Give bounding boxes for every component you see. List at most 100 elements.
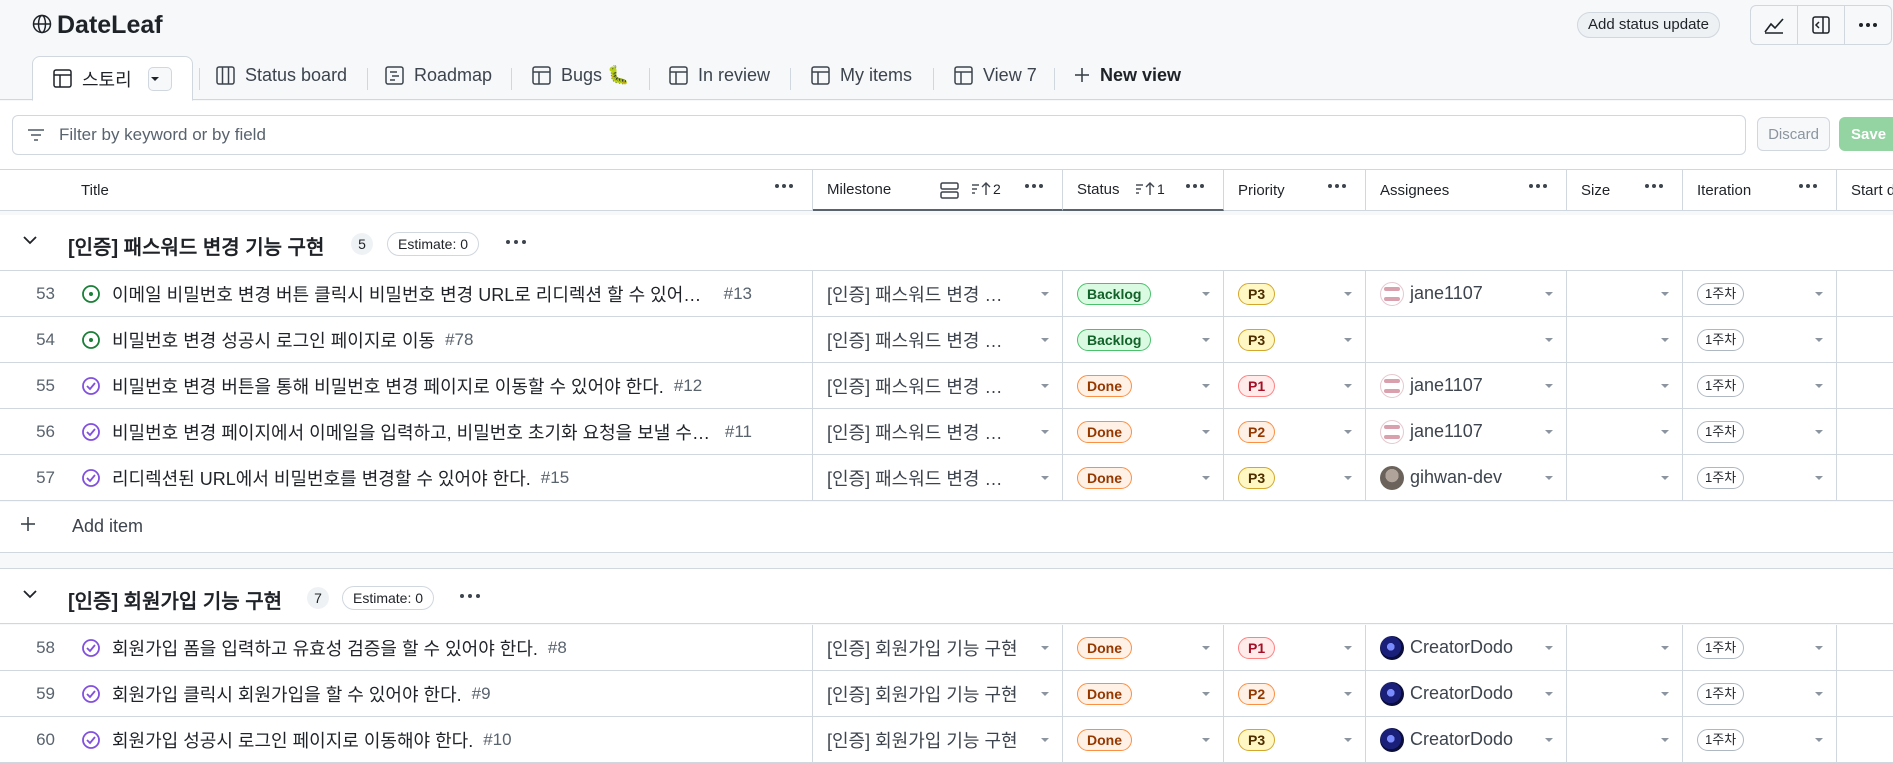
- kebab-icon[interactable]: [774, 183, 794, 189]
- issue-title[interactable]: 회원가입 폼을 입력하고 유효성 검증을 할 수 있어야 한다.: [112, 635, 538, 661]
- issue-number[interactable]: #9: [472, 684, 491, 704]
- milestone-cell[interactable]: [인증] 패스워드 변경 기능 구현: [813, 455, 1063, 500]
- issue-title[interactable]: 리디렉션된 URL에서 비밀번호를 변경할 수 있어야 한다.: [112, 465, 531, 491]
- filter-field[interactable]: [12, 115, 1746, 155]
- column-size[interactable]: Size: [1567, 170, 1683, 211]
- project-title[interactable]: DateLeaf: [57, 11, 163, 40]
- new-view-button[interactable]: New view: [1074, 50, 1181, 100]
- milestone-cell[interactable]: [인증] 패스워드 변경 기능 구현: [813, 363, 1063, 408]
- title-cell[interactable]: 56 비밀번호 변경 페이지에서 이메일을 입력하고, 비밀번호 초기화 요청을 …: [0, 409, 813, 454]
- status-cell[interactable]: Done: [1063, 455, 1224, 500]
- title-cell[interactable]: 53 이메일 비밀번호 변경 버튼 클릭시 비밀번호 변경 URL로 리디렉션 할…: [0, 271, 813, 316]
- table-row[interactable]: 60 회원가입 성공시 로그인 페이지로 이동해야 한다. #10 [인증] 회원가입…: [0, 717, 1893, 763]
- start-date-cell[interactable]: [1837, 363, 1893, 408]
- assignees-cell[interactable]: CreatorDodo: [1366, 717, 1567, 762]
- table-row[interactable]: 59 회원가입 클릭시 회원가입을 할 수 있어야 한다. #9 [인증] 회원가입 …: [0, 671, 1893, 717]
- issue-title[interactable]: 비밀번호 변경 버튼을 통해 비밀번호 변경 페이지로 이동할 수 있어야 한다…: [112, 373, 664, 399]
- size-cell[interactable]: [1567, 363, 1683, 408]
- kebab-icon[interactable]: [1798, 183, 1818, 189]
- issue-number[interactable]: #13: [724, 284, 752, 304]
- column-priority[interactable]: Priority: [1224, 170, 1366, 211]
- table-row[interactable]: 58 회원가입 폼을 입력하고 유효성 검증을 할 수 있어야 한다. #8 [인증]…: [0, 625, 1893, 671]
- chevron-down-icon[interactable]: [22, 589, 38, 599]
- size-cell[interactable]: [1567, 671, 1683, 716]
- start-date-cell[interactable]: [1837, 271, 1893, 316]
- issue-number[interactable]: #10: [483, 730, 511, 750]
- milestone-cell[interactable]: [인증] 패스워드 변경 기능 구현: [813, 409, 1063, 454]
- issue-title[interactable]: 이메일 비밀번호 변경 버튼 클릭시 비밀번호 변경 URL로 리디렉션 할 수…: [112, 281, 714, 307]
- assignees-cell[interactable]: jane1107: [1366, 271, 1567, 316]
- priority-cell[interactable]: P3: [1224, 271, 1366, 316]
- issue-number[interactable]: #11: [725, 422, 752, 442]
- priority-cell[interactable]: P3: [1224, 455, 1366, 500]
- iteration-cell[interactable]: 1주차: [1683, 717, 1837, 762]
- tab-my-items[interactable]: My items: [811, 50, 912, 100]
- iteration-cell[interactable]: 1주차: [1683, 363, 1837, 408]
- issue-number[interactable]: #15: [541, 468, 569, 488]
- priority-cell[interactable]: P3: [1224, 717, 1366, 762]
- assignees-cell[interactable]: jane1107: [1366, 363, 1567, 408]
- discard-button[interactable]: Discard: [1757, 117, 1830, 151]
- column-milestone[interactable]: Milestone 2: [813, 170, 1063, 211]
- milestone-cell[interactable]: [인증] 패스워드 변경 기능 구현: [813, 271, 1063, 316]
- status-cell[interactable]: Done: [1063, 409, 1224, 454]
- iteration-cell[interactable]: 1주차: [1683, 455, 1837, 500]
- column-start-date[interactable]: Start d: [1837, 170, 1893, 211]
- assignees-cell[interactable]: CreatorDodo: [1366, 625, 1567, 670]
- view-options-button[interactable]: [147, 66, 172, 91]
- start-date-cell[interactable]: [1837, 409, 1893, 454]
- add-item-row[interactable]: Add item: [0, 502, 1893, 552]
- kebab-icon[interactable]: [1644, 183, 1664, 189]
- iteration-cell[interactable]: 1주차: [1683, 271, 1837, 316]
- milestone-cell[interactable]: [인증] 회원가입 기능 구현: [813, 671, 1063, 716]
- tab-status-board[interactable]: Status board: [216, 50, 347, 100]
- priority-cell[interactable]: P2: [1224, 671, 1366, 716]
- column-iteration[interactable]: Iteration: [1683, 170, 1837, 211]
- title-cell[interactable]: 57 리디렉션된 URL에서 비밀번호를 변경할 수 있어야 한다. #15: [0, 455, 813, 500]
- size-cell[interactable]: [1567, 317, 1683, 362]
- issue-number[interactable]: #8: [548, 638, 567, 658]
- title-cell[interactable]: 59 회원가입 클릭시 회원가입을 할 수 있어야 한다. #9: [0, 671, 813, 716]
- priority-cell[interactable]: P1: [1224, 363, 1366, 408]
- status-cell[interactable]: Done: [1063, 671, 1224, 716]
- table-row[interactable]: 53 이메일 비밀번호 변경 버튼 클릭시 비밀번호 변경 URL로 리디렉션 할…: [0, 271, 1893, 317]
- size-cell[interactable]: [1567, 271, 1683, 316]
- start-date-cell[interactable]: [1837, 671, 1893, 716]
- milestone-cell[interactable]: [인증] 회원가입 기능 구현: [813, 625, 1063, 670]
- issue-title[interactable]: 비밀번호 변경 페이지에서 이메일을 입력하고, 비밀번호 초기화 요청을 보낼…: [112, 419, 715, 445]
- issue-title[interactable]: 회원가입 클릭시 회원가입을 할 수 있어야 한다.: [112, 681, 462, 707]
- size-cell[interactable]: [1567, 455, 1683, 500]
- kebab-icon[interactable]: [1024, 183, 1044, 189]
- milestone-cell[interactable]: [인증] 회원가입 기능 구현: [813, 717, 1063, 762]
- filter-input[interactable]: [57, 124, 1657, 146]
- priority-cell[interactable]: P2: [1224, 409, 1366, 454]
- status-cell[interactable]: Backlog: [1063, 317, 1224, 362]
- status-cell[interactable]: Done: [1063, 625, 1224, 670]
- iteration-cell[interactable]: 1주차: [1683, 317, 1837, 362]
- assignees-cell[interactable]: CreatorDodo: [1366, 671, 1567, 716]
- iteration-cell[interactable]: 1주차: [1683, 671, 1837, 716]
- status-cell[interactable]: Backlog: [1063, 271, 1224, 316]
- milestone-cell[interactable]: [인증] 패스워드 변경 기능 구현: [813, 317, 1063, 362]
- column-assignees[interactable]: Assignees: [1366, 170, 1567, 211]
- kebab-icon[interactable]: [1185, 183, 1205, 189]
- start-date-cell[interactable]: [1837, 717, 1893, 762]
- tab-story[interactable]: 스토리: [32, 56, 193, 101]
- kebab-icon[interactable]: [1845, 6, 1891, 44]
- start-date-cell[interactable]: [1837, 317, 1893, 362]
- size-cell[interactable]: [1567, 625, 1683, 670]
- issue-number[interactable]: #78: [445, 330, 473, 350]
- add-status-update-button[interactable]: Add status update: [1577, 12, 1720, 38]
- issue-title[interactable]: 회원가입 성공시 로그인 페이지로 이동해야 한다.: [112, 727, 473, 753]
- insights-icon[interactable]: [1751, 6, 1798, 44]
- title-cell[interactable]: 58 회원가입 폼을 입력하고 유효성 검증을 할 수 있어야 한다. #8: [0, 625, 813, 670]
- kebab-icon[interactable]: [505, 239, 527, 245]
- tab-bugs[interactable]: Bugs 🐛: [532, 50, 629, 100]
- chevron-down-icon[interactable]: [22, 235, 38, 245]
- priority-cell[interactable]: P1: [1224, 625, 1366, 670]
- save-button[interactable]: Save: [1839, 117, 1893, 151]
- kebab-icon[interactable]: [459, 593, 481, 599]
- table-row[interactable]: 55 비밀번호 변경 버튼을 통해 비밀번호 변경 페이지로 이동할 수 있어야 …: [0, 363, 1893, 409]
- panel-icon[interactable]: [1798, 6, 1845, 44]
- assignees-cell[interactable]: [1366, 317, 1567, 362]
